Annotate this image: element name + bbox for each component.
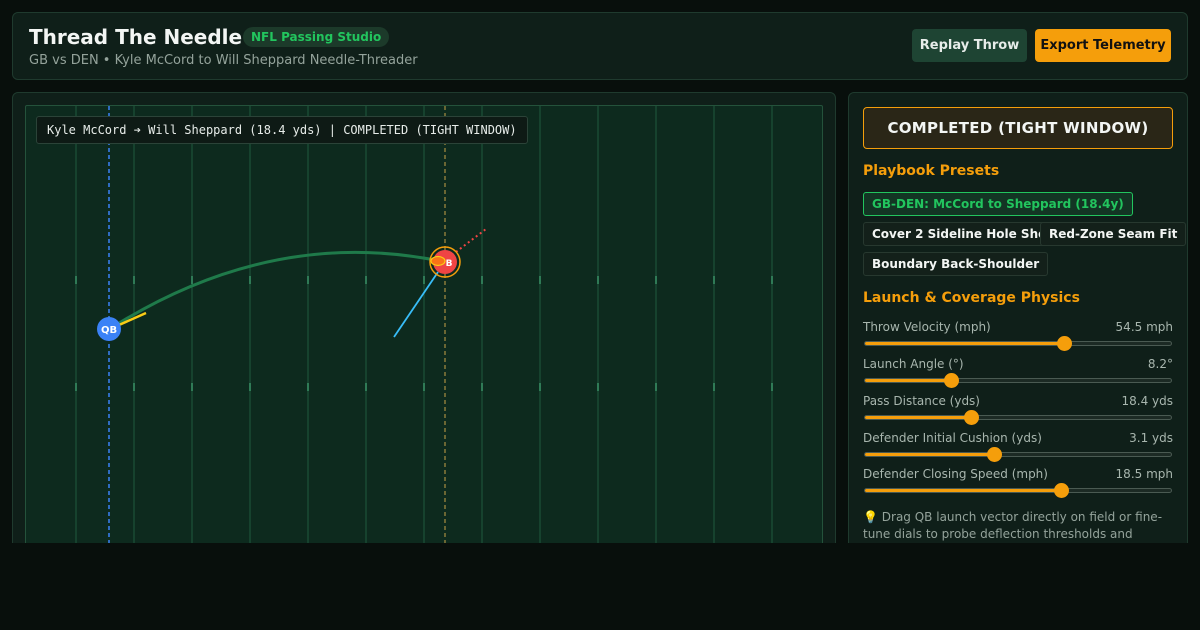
- hint-text: Drag QB launch vector directly on field …: [863, 510, 1163, 541]
- receiver-route-extension: [451, 228, 487, 256]
- slider-value: 3.1 yds: [1129, 431, 1173, 445]
- slider-fill: [865, 453, 994, 456]
- studio-badge: NFL Passing Studio: [243, 27, 390, 47]
- slider-thumb[interactable]: [943, 373, 959, 388]
- slider-fill: [865, 379, 951, 382]
- preset-gb-den[interactable]: GB-DEN: McCord to Sheppard (18.4y): [863, 192, 1133, 216]
- slider-label: Defender Closing Speed (mph): [863, 467, 1048, 481]
- slider-label: Defender Initial Cushion (yds): [863, 431, 1042, 445]
- field-canvas[interactable]: QB B: [26, 106, 823, 545]
- slider-fill: [865, 489, 1061, 492]
- slider-track[interactable]: [864, 336, 1172, 351]
- replay-throw-button[interactable]: Replay Throw: [912, 29, 1027, 62]
- field-panel: QB B Kyle McCord ➔ Will Sheppard (18.4 y…: [12, 92, 836, 552]
- lightbulb-icon: 💡: [863, 510, 878, 524]
- usage-hint: 💡 Drag QB launch vector directly on fiel…: [863, 509, 1173, 543]
- slider-fill: [865, 342, 1064, 345]
- slider-label: Pass Distance (yds): [863, 394, 980, 408]
- slider-thumb[interactable]: [963, 410, 979, 425]
- page-background: [0, 543, 1200, 630]
- throw-velocity-slider[interactable]: Throw Velocity (mph) 54.5 mph: [863, 320, 1173, 354]
- football-field[interactable]: QB B Kyle McCord ➔ Will Sheppard (18.4 y…: [25, 105, 823, 545]
- ball-trajectory: [115, 250, 446, 327]
- yard-lines: [75, 106, 773, 544]
- svg-text:B: B: [446, 259, 453, 269]
- play-info-readout: Kyle McCord ➔ Will Sheppard (18.4 yds) |…: [36, 116, 528, 144]
- slider-track[interactable]: [864, 373, 1172, 388]
- presets-heading: Playbook Presets: [863, 163, 1000, 179]
- slider-label: Throw Velocity (mph): [863, 320, 991, 334]
- slider-fill: [865, 416, 971, 419]
- preset-cover-2-sideline[interactable]: Cover 2 Sideline Hole Shot: [863, 222, 1062, 246]
- football-icon: [430, 255, 446, 267]
- app-header: Thread The Needle NFL Passing Studio GB …: [12, 12, 1188, 80]
- control-panel: COMPLETED (TIGHT WINDOW) Playbook Preset…: [848, 92, 1188, 552]
- slider-track[interactable]: [864, 410, 1172, 425]
- defender-path: [393, 271, 439, 338]
- slider-label: Launch Angle (°): [863, 357, 964, 371]
- pass-distance-slider[interactable]: Pass Distance (yds) 18.4 yds: [863, 394, 1173, 428]
- defender-closing-speed-slider[interactable]: Defender Closing Speed (mph) 18.5 mph: [863, 467, 1173, 501]
- slider-thumb[interactable]: [986, 447, 1002, 462]
- slider-value: 18.5 mph: [1115, 467, 1173, 481]
- svg-text:QB: QB: [101, 325, 117, 336]
- physics-heading: Launch & Coverage Physics: [863, 290, 1080, 306]
- preset-back-shoulder[interactable]: Boundary Back-Shoulder: [863, 252, 1049, 276]
- slider-value: 8.2°: [1147, 357, 1173, 371]
- preset-red-zone-seam[interactable]: Red-Zone Seam Fit: [1040, 222, 1187, 246]
- slider-value: 54.5 mph: [1115, 320, 1173, 334]
- slider-value: 18.4 yds: [1121, 394, 1173, 408]
- slider-track[interactable]: [864, 447, 1172, 462]
- matchup-subtitle: GB vs DEN • Kyle McCord to Will Sheppard…: [29, 53, 418, 68]
- launch-angle-slider[interactable]: Launch Angle (°) 8.2°: [863, 357, 1173, 391]
- play-status-banner: COMPLETED (TIGHT WINDOW): [863, 107, 1173, 149]
- qb-marker[interactable]: QB: [97, 317, 121, 341]
- slider-thumb[interactable]: [1056, 336, 1072, 351]
- app-title: Thread The Needle: [29, 25, 243, 49]
- export-telemetry-button[interactable]: Export Telemetry: [1035, 29, 1171, 62]
- slider-thumb[interactable]: [1053, 483, 1069, 498]
- defender-cushion-slider[interactable]: Defender Initial Cushion (yds) 3.1 yds: [863, 431, 1173, 465]
- slider-track[interactable]: [864, 483, 1172, 498]
